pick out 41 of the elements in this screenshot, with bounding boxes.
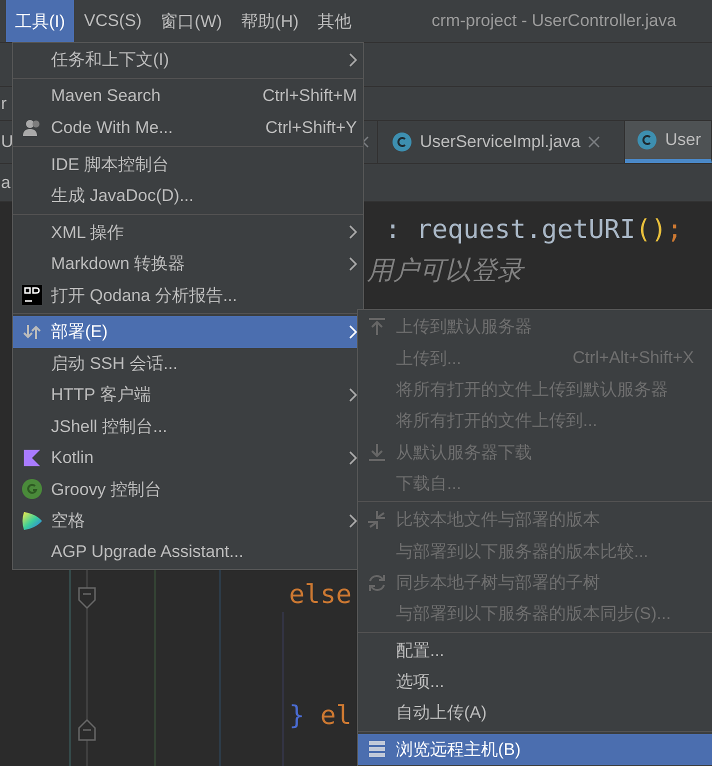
space-icon [21,510,43,532]
menu-item[interactable]: Maven Search Ctrl+Shift+M [13,80,363,112]
menu-item[interactable]: 任务和上下文(I) [13,44,363,76]
menu-item[interactable]: 生成 JavaDoc(D)... [13,180,363,212]
fold-marker-icon[interactable] [78,587,96,610]
class-icon [637,130,658,150]
navigation-fragment: r [1,94,7,114]
menu-item[interactable]: 窗口(W) [152,0,232,42]
sync-icon [367,572,387,593]
compare-arrows-icon [367,510,387,530]
file-tab[interactable]: User [625,121,712,163]
menu-item[interactable]: Markdown 转换器 [13,248,363,280]
window-title: crm-project - UserController.java [432,11,676,31]
file-tab[interactable]: UserServiceImpl.java [378,121,626,163]
server-icon [367,739,387,760]
qodana-icon [22,285,42,306]
code-line: : request.getURI(); [385,215,682,246]
menu-item[interactable]: 选项... [358,666,712,698]
code-line: else [289,580,352,610]
people-icon [22,118,42,138]
download-icon [367,442,387,462]
close-icon[interactable] [588,136,600,148]
menu-item[interactable]: 自动上传(A) [358,697,712,729]
code-line: 用户可以登录 [367,255,523,288]
menu-item[interactable]: 其他 [308,0,361,42]
menu-item[interactable]: 浏览远程主机(B) [358,734,712,766]
menu-item[interactable]: 工具(I) [6,0,74,42]
menu-item[interactable]: VCS(S) [75,0,151,42]
menu-item[interactable]: Code With Me... Ctrl+Shift+Y [13,112,363,144]
menu-item[interactable]: IDE 脚本控制台 [13,148,363,180]
menu-item[interactable]: 帮助(H) [232,0,308,42]
code-line: } el [289,701,352,732]
groovy-icon [22,479,42,500]
menu-item[interactable]: 打开 Qodana 分析报告... [13,280,363,311]
upload-icon [367,316,387,337]
class-icon [392,132,412,152]
breadcrumb-fragment: a [1,172,10,192]
menu-item[interactable]: XML 操作 [13,216,363,248]
menu-item[interactable]: 配置... [358,634,712,666]
kotlin-icon [23,448,41,467]
fold-marker-icon[interactable] [78,718,96,741]
